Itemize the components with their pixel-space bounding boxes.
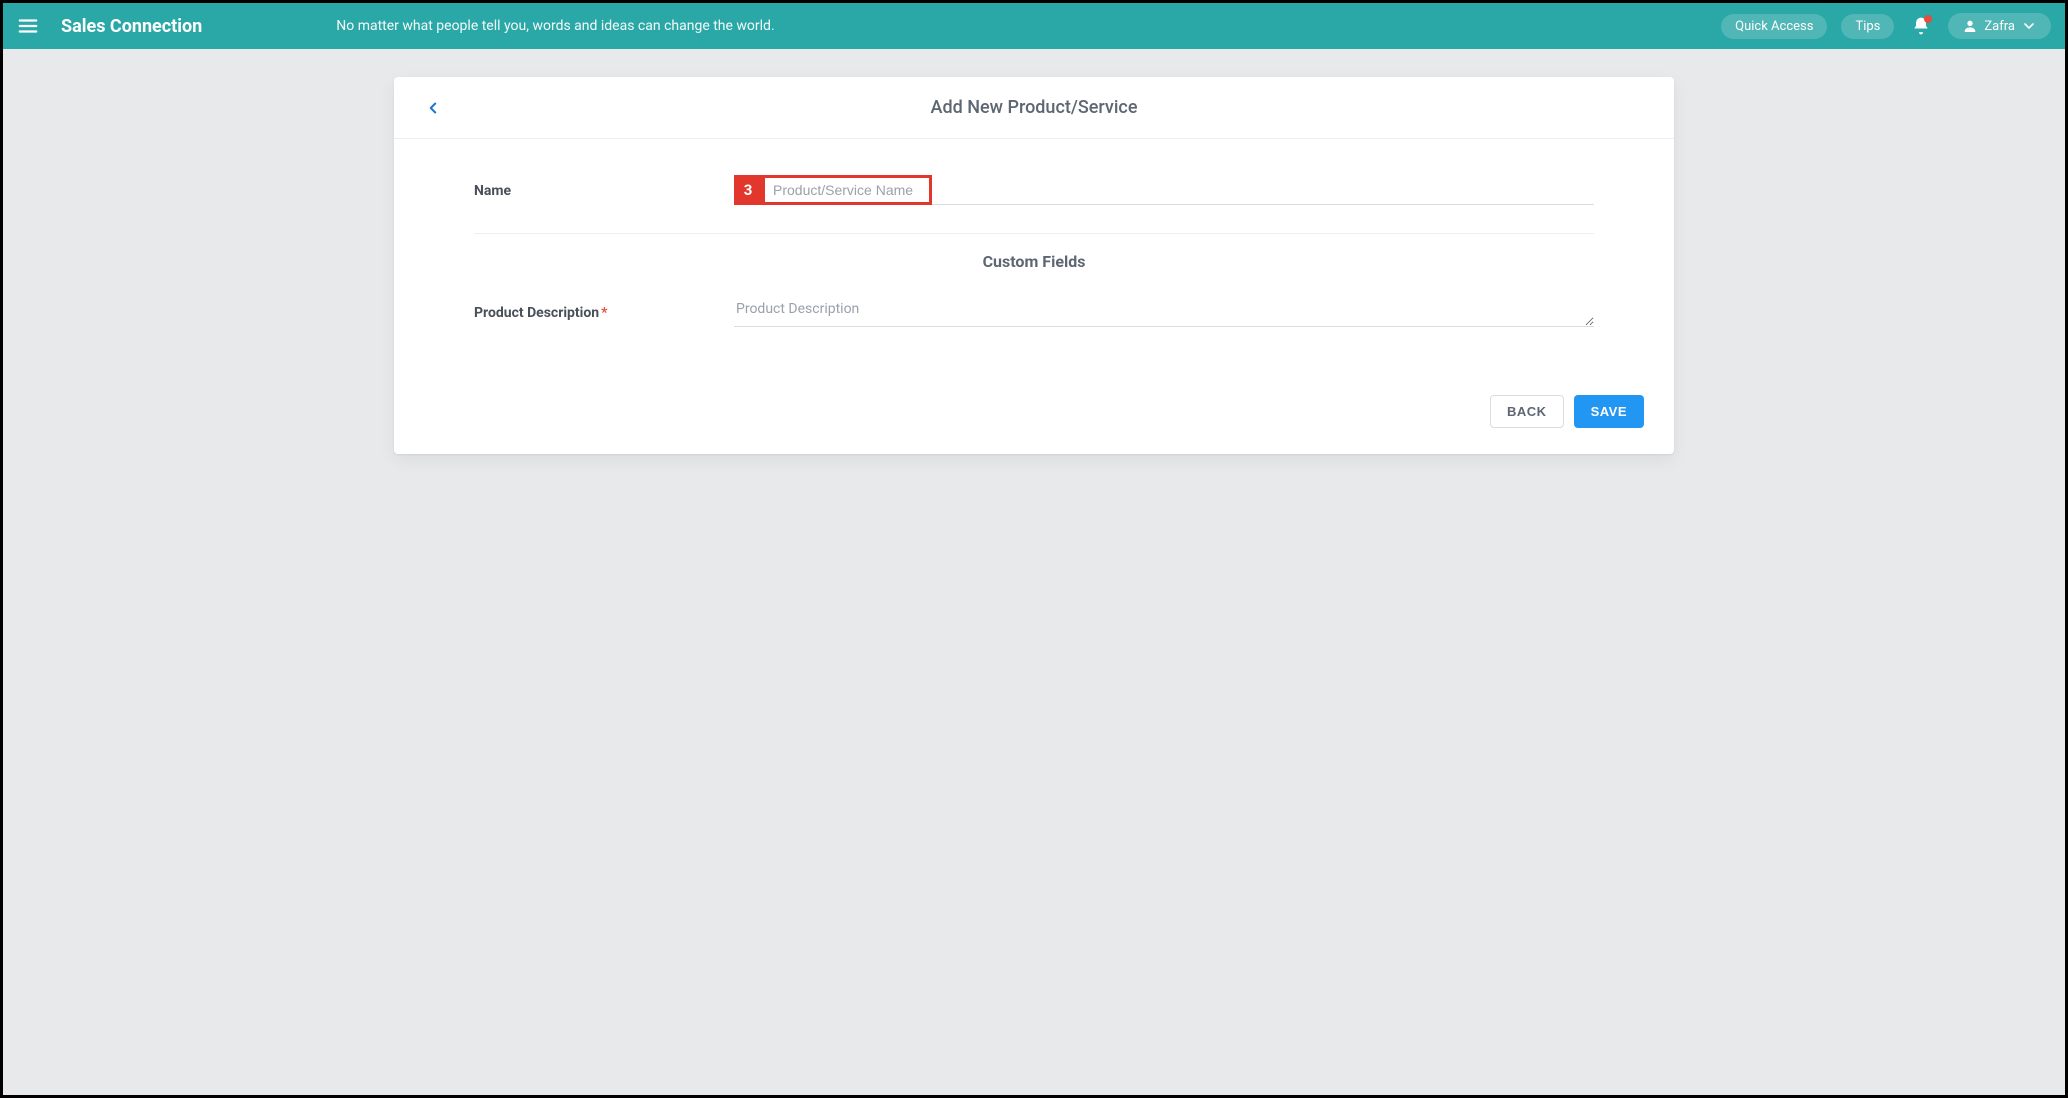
notifications-button[interactable] bbox=[1908, 13, 1934, 39]
description-label-text: Product Description bbox=[474, 305, 599, 321]
back-button[interactable]: BACK bbox=[1490, 395, 1564, 428]
form-card: Add New Product/Service Name 3 Custom Fi… bbox=[394, 77, 1674, 454]
tips-label: Tips bbox=[1855, 19, 1880, 34]
product-name-input[interactable] bbox=[773, 182, 921, 198]
chevron-down-icon bbox=[2021, 18, 2037, 34]
required-star-icon: * bbox=[601, 305, 607, 321]
quick-access-button[interactable]: Quick Access bbox=[1721, 14, 1827, 39]
page-background: Add New Product/Service Name 3 Custom Fi… bbox=[3, 49, 2065, 1095]
name-row: Name 3 bbox=[474, 175, 1594, 205]
back-chevron-icon[interactable] bbox=[422, 97, 444, 119]
save-button[interactable]: SAVE bbox=[1574, 395, 1644, 428]
name-label: Name bbox=[474, 175, 714, 199]
tips-button[interactable]: Tips bbox=[1841, 14, 1894, 39]
name-input-underline bbox=[932, 175, 1594, 205]
name-input-highlight bbox=[762, 175, 932, 205]
user-name-label: Zafra bbox=[1984, 19, 2015, 34]
page-title: Add New Product/Service bbox=[931, 97, 1138, 118]
user-icon bbox=[1962, 18, 1978, 34]
top-bar: Sales Connection No matter what people t… bbox=[3, 3, 2065, 49]
product-description-input[interactable] bbox=[734, 297, 1594, 327]
tagline-text: No matter what people tell you, words an… bbox=[336, 18, 774, 34]
hamburger-menu-icon[interactable] bbox=[17, 15, 39, 37]
description-label: Product Description* bbox=[474, 297, 714, 321]
callout-step-badge: 3 bbox=[734, 175, 762, 205]
card-header: Add New Product/Service bbox=[394, 77, 1674, 139]
user-menu-button[interactable]: Zafra bbox=[1948, 13, 2051, 39]
quick-access-label: Quick Access bbox=[1735, 19, 1813, 34]
form-actions: BACK SAVE bbox=[394, 355, 1674, 432]
description-row: Product Description* bbox=[474, 297, 1594, 327]
brand-title[interactable]: Sales Connection bbox=[61, 16, 202, 37]
custom-fields-heading: Custom Fields bbox=[474, 233, 1594, 271]
